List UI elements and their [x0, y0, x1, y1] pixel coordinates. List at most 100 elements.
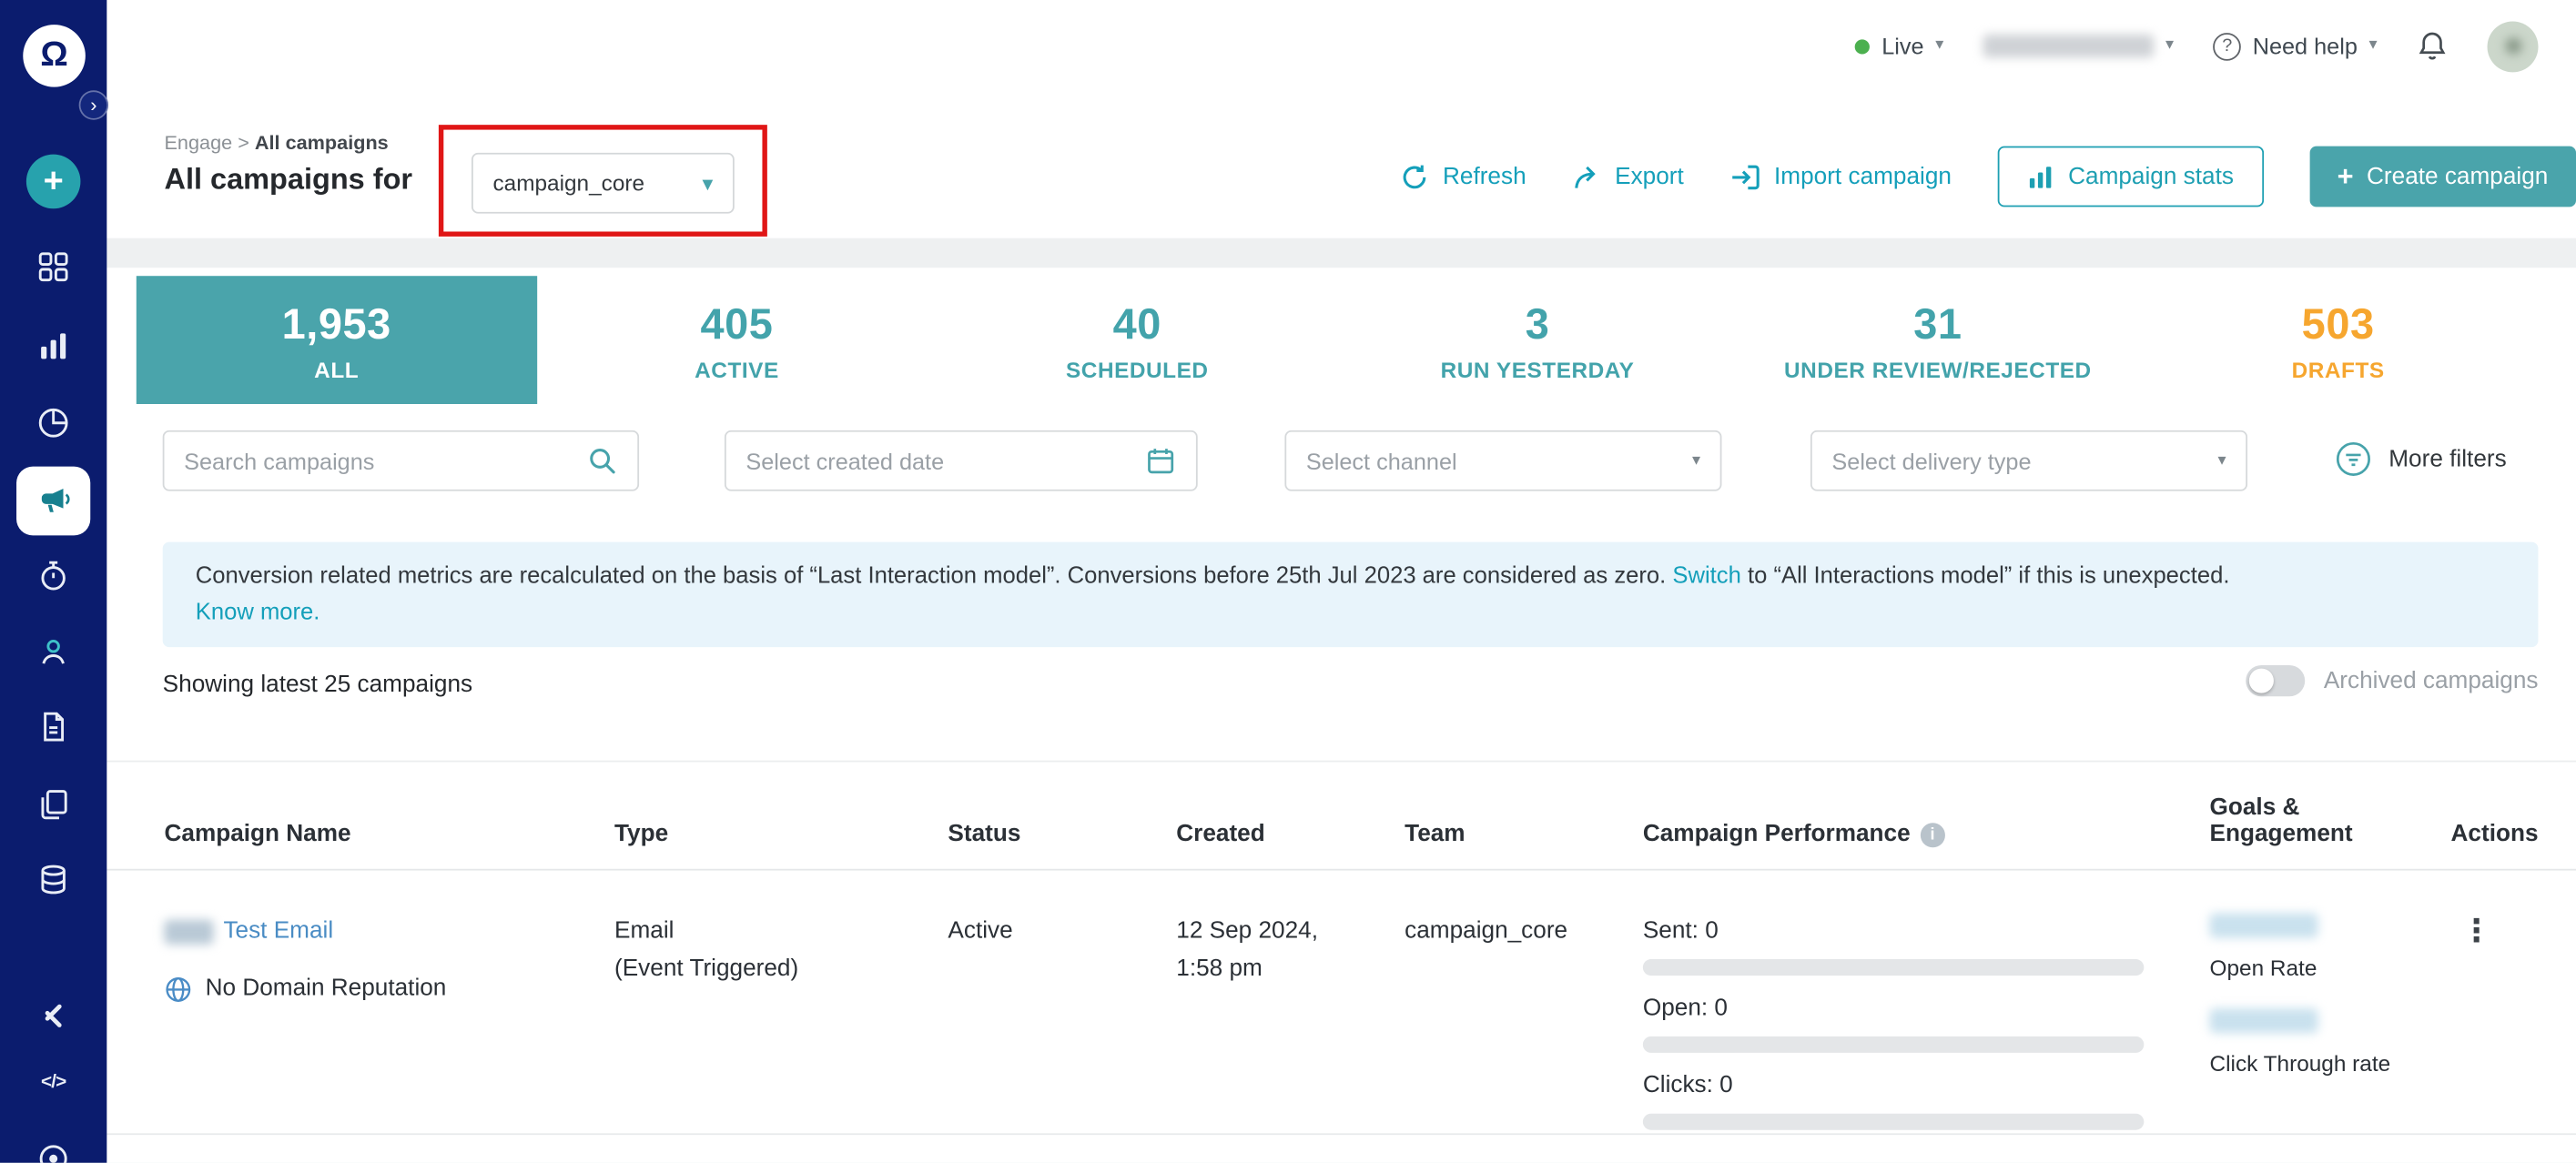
user-avatar[interactable]	[2488, 21, 2539, 72]
delivery-type-select[interactable]: Select delivery type ▾	[1810, 430, 2247, 491]
cell-campaign-performance: Sent: 0 Open: 0 Clicks: 0	[1643, 913, 2210, 1144]
code-icon: </>	[41, 1073, 66, 1093]
need-help-label: Need help	[2253, 33, 2358, 59]
tools-icon	[36, 998, 71, 1033]
perf-open-label: Open: 0	[1643, 990, 2210, 1028]
tab-scheduled-count: 40	[1113, 298, 1161, 349]
tab-all-count: 1,953	[282, 298, 391, 349]
chevron-down-icon: ▾	[703, 173, 714, 194]
sidebar-item-tools[interactable]	[0, 998, 106, 1033]
col-status: Status	[948, 821, 1176, 847]
know-more-link[interactable]: Know more.	[196, 600, 320, 626]
campaign-name-redacted	[164, 920, 213, 945]
environment-label: Live	[1881, 33, 1923, 59]
col-goals-line1: Goals &	[2210, 795, 2300, 822]
timer-icon	[36, 559, 71, 593]
refresh-button[interactable]: Refresh	[1400, 162, 1526, 191]
tab-under-review-count: 31	[1913, 298, 1962, 349]
breadcrumb-section[interactable]: Engage	[164, 131, 232, 154]
sidebar-item-audience[interactable]	[0, 634, 106, 669]
tab-run-yesterday-count: 3	[1526, 298, 1550, 349]
team-dropdown[interactable]: campaign_core ▾	[472, 153, 735, 214]
channel-placeholder: Select channel	[1306, 448, 1457, 474]
chevron-down-icon: ▾	[2369, 38, 2378, 55]
topbar: Live ▾ ▾ ? Need help ▾	[1855, 0, 2538, 92]
bar-chart-icon	[36, 329, 71, 363]
campaign-stats-button[interactable]: Campaign stats	[1998, 147, 2264, 207]
perf-sent-label: Sent: 0	[1643, 913, 2210, 951]
showing-count-text: Showing latest 25 campaigns	[163, 672, 472, 698]
logo-glyph: Ω	[40, 36, 67, 76]
col-campaign-name: Campaign Name	[164, 821, 614, 847]
info-icon[interactable]: i	[1920, 822, 1944, 846]
created-date-select[interactable]: Select created date	[725, 430, 1198, 491]
notifications-button[interactable]	[2417, 29, 2448, 62]
app-logo-icon[interactable]: Ω	[23, 25, 86, 87]
tab-run-yesterday[interactable]: 3 RUN YESTERDAY	[1337, 276, 1738, 404]
cell-team: campaign_core	[1405, 913, 1643, 951]
team-dropdown-value: campaign_core	[492, 171, 644, 196]
create-new-button[interactable]: +	[26, 155, 81, 209]
export-button[interactable]: Export	[1572, 162, 1684, 191]
perf-open: Open: 0	[1643, 990, 2210, 1053]
sidebar-item-scheduled[interactable]	[0, 559, 106, 593]
page-title: All campaigns for	[164, 163, 412, 197]
tab-drafts-count: 503	[2302, 298, 2375, 349]
sidebar-item-settings[interactable]	[0, 1141, 106, 1162]
search-input[interactable]	[184, 448, 586, 474]
col-goals-line2: Engagement	[2210, 821, 2353, 847]
toggle-knob	[2250, 669, 2275, 693]
need-help-menu[interactable]: ? Need help ▾	[2213, 32, 2377, 60]
create-campaign-button[interactable]: + Create campaign	[2309, 147, 2576, 207]
col-goals-engagement: Goals & Engagement	[2210, 795, 2432, 848]
main-area: Live ▾ ▾ ? Need help ▾	[106, 0, 2576, 1163]
domain-reputation-label: No Domain Reputation	[206, 971, 447, 1009]
sidebar-item-developer[interactable]: </>	[0, 1073, 106, 1093]
search-icon	[586, 445, 617, 476]
more-filters-button[interactable]: More filters	[2335, 440, 2507, 479]
tab-scheduled[interactable]: 40 SCHEDULED	[937, 276, 1337, 404]
campaign-name-link[interactable]: Test Email	[164, 913, 614, 951]
row-menu-button[interactable]: ⋮	[2461, 915, 2539, 949]
created-date-placeholder: Select created date	[745, 448, 944, 474]
environment-selector[interactable]: Live ▾	[1855, 33, 1943, 59]
tab-under-review[interactable]: 31 UNDER REVIEW/REJECTED	[1738, 276, 2138, 404]
sidebar-item-content[interactable]	[0, 710, 106, 744]
sidebar-collapse-button[interactable]: ›	[79, 90, 108, 119]
live-status-dot-icon	[1855, 38, 1870, 53]
sidebar-item-data[interactable]	[0, 863, 106, 897]
sidebar-item-segments[interactable]	[0, 406, 106, 440]
export-share-icon	[1572, 162, 1601, 191]
channel-select[interactable]: Select channel ▾	[1284, 430, 1721, 491]
tab-all[interactable]: 1,953 ALL	[137, 276, 537, 404]
switch-link[interactable]: Switch	[1672, 563, 1740, 590]
tab-active-label: ACTIVE	[695, 358, 779, 382]
plus-icon: +	[44, 162, 64, 201]
import-campaign-button[interactable]: Import campaign	[1729, 162, 1952, 191]
sidebar-item-analytics[interactable]	[0, 329, 106, 363]
sidebar-item-dashboard[interactable]	[0, 249, 106, 284]
globe-icon	[164, 976, 192, 1004]
conversion-info-banner: Conversion related metrics are recalcula…	[163, 542, 2539, 648]
help-question-icon: ?	[2213, 32, 2241, 60]
archived-campaigns-toggle[interactable]	[2246, 665, 2306, 696]
workspace-selector[interactable]: ▾	[1983, 35, 2174, 57]
top-white-region: Live ▾ ▾ ? Need help ▾	[106, 0, 2576, 238]
sidebar-item-campaigns-active[interactable]	[16, 467, 90, 536]
search-campaigns-field[interactable]	[163, 430, 639, 491]
tab-drafts[interactable]: 503 DRAFTS	[2138, 276, 2539, 404]
create-campaign-label: Create campaign	[2367, 164, 2548, 190]
calendar-icon	[1145, 445, 1176, 476]
campaign-stats-label: Campaign stats	[2068, 164, 2234, 190]
col-type: Type	[614, 821, 948, 847]
tab-active[interactable]: 405 ACTIVE	[537, 276, 938, 404]
breadcrumb-page: All campaigns	[255, 131, 389, 154]
tab-run-yesterday-label: RUN YESTERDAY	[1441, 358, 1635, 382]
copy-pages-icon	[36, 787, 71, 822]
app-viewport: Ω › + <	[0, 0, 2576, 1163]
perf-clicks-label: Clicks: 0	[1643, 1067, 2210, 1106]
workspace-name-redacted	[1983, 35, 2155, 57]
banner-text-tail: to “All Interactions model” if this is u…	[1748, 563, 2229, 590]
chevron-down-icon: ▾	[1692, 452, 1700, 469]
sidebar-item-templates[interactable]	[0, 787, 106, 822]
